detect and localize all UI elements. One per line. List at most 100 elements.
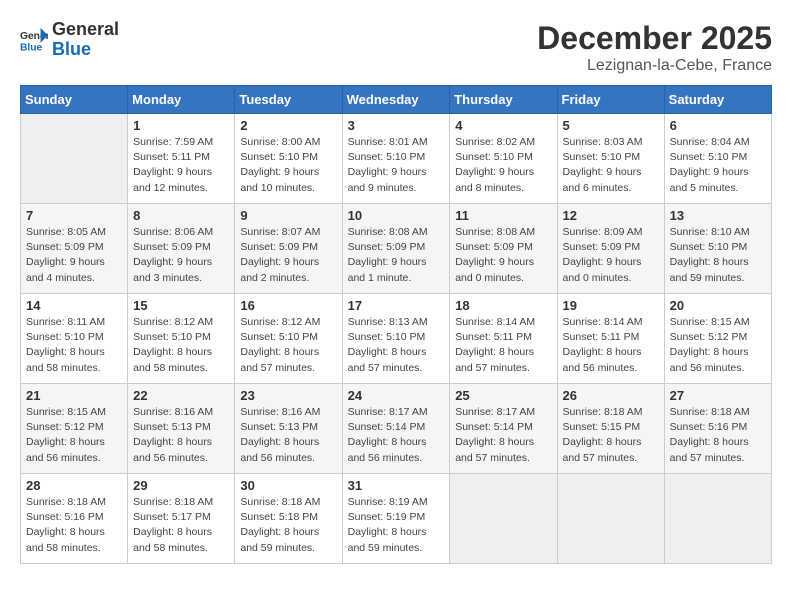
- day-info: Sunrise: 8:11 AMSunset: 5:10 PMDaylight:…: [26, 315, 122, 376]
- column-header-saturday: Saturday: [664, 86, 771, 114]
- calendar-cell: 1Sunrise: 7:59 AMSunset: 5:11 PMDaylight…: [128, 114, 235, 204]
- day-info: Sunrise: 8:16 AMSunset: 5:13 PMDaylight:…: [240, 405, 336, 466]
- week-row-2: 7 Sunrise: 8:05 AMSunset: 5:09 PMDaylight…: [21, 204, 772, 294]
- calendar-cell: 17 Sunrise: 8:13 AMSunset: 5:10 PMDayligh…: [342, 294, 450, 384]
- day-info: Sunrise: 8:08 AMSunset: 5:09 PMDaylight:…: [348, 225, 445, 286]
- day-number: 26: [563, 388, 659, 403]
- day-number: 28: [26, 478, 122, 493]
- day-number: 4: [455, 118, 551, 133]
- day-info: Sunrise: 8:06 AMSunset: 5:09 PMDaylight:…: [133, 225, 229, 286]
- day-number: 24: [348, 388, 445, 403]
- calendar-cell: 26 Sunrise: 8:18 AMSunset: 5:15 PMDayligh…: [557, 384, 664, 474]
- logo-text-blue: Blue: [52, 40, 119, 60]
- calendar-cell: 16Sunrise: 8:12 AMSunset: 5:10 PMDayligh…: [235, 294, 342, 384]
- day-info: Sunrise: 8:18 AMSunset: 5:15 PMDaylight:…: [563, 405, 659, 466]
- day-info: Sunrise: 8:19 AMSunset: 5:19 PMDaylight:…: [348, 495, 445, 556]
- day-info: Sunrise: 8:12 AMSunset: 5:10 PMDaylight:…: [240, 315, 336, 376]
- week-row-4: 21 Sunrise: 8:15 AMSunset: 5:12 PMDayligh…: [21, 384, 772, 474]
- day-number: 23: [240, 388, 336, 403]
- day-number: 8: [133, 208, 229, 223]
- week-row-3: 14 Sunrise: 8:11 AMSunset: 5:10 PMDayligh…: [21, 294, 772, 384]
- day-info: Sunrise: 8:13 AMSunset: 5:10 PMDaylight:…: [348, 315, 445, 376]
- day-info: Sunrise: 8:15 AMSunset: 5:12 PMDaylight:…: [670, 315, 766, 376]
- day-number: 31: [348, 478, 445, 493]
- day-number: 6: [670, 118, 766, 133]
- calendar-cell: 7 Sunrise: 8:05 AMSunset: 5:09 PMDaylight…: [21, 204, 128, 294]
- calendar-cell: [21, 114, 128, 204]
- header-row: SundayMondayTuesdayWednesdayThursdayFrid…: [21, 86, 772, 114]
- calendar-cell: 10 Sunrise: 8:08 AMSunset: 5:09 PMDayligh…: [342, 204, 450, 294]
- calendar-cell: 22Sunrise: 8:16 AMSunset: 5:13 PMDayligh…: [128, 384, 235, 474]
- calendar-cell: 14 Sunrise: 8:11 AMSunset: 5:10 PMDayligh…: [21, 294, 128, 384]
- calendar-cell: 20 Sunrise: 8:15 AMSunset: 5:12 PMDayligh…: [664, 294, 771, 384]
- day-number: 29: [133, 478, 229, 493]
- day-number: 25: [455, 388, 551, 403]
- calendar-cell: [557, 474, 664, 564]
- column-header-tuesday: Tuesday: [235, 86, 342, 114]
- calendar-cell: 28 Sunrise: 8:18 AMSunset: 5:16 PMDayligh…: [21, 474, 128, 564]
- day-number: 11: [455, 208, 551, 223]
- calendar-cell: 25 Sunrise: 8:17 AMSunset: 5:14 PMDayligh…: [450, 384, 557, 474]
- day-number: 15: [133, 298, 229, 313]
- calendar-cell: 3Sunrise: 8:01 AMSunset: 5:10 PMDaylight…: [342, 114, 450, 204]
- month-title: December 2025: [537, 20, 772, 57]
- day-number: 13: [670, 208, 766, 223]
- logo: General Blue General Blue: [20, 20, 119, 60]
- day-number: 18: [455, 298, 551, 313]
- day-number: 17: [348, 298, 445, 313]
- day-number: 19: [563, 298, 659, 313]
- calendar-cell: 30 Sunrise: 8:18 AMSunset: 5:18 PMDayligh…: [235, 474, 342, 564]
- day-info: Sunrise: 8:17 AMSunset: 5:14 PMDaylight:…: [348, 405, 445, 466]
- day-info: Sunrise: 8:14 AMSunset: 5:11 PMDaylight:…: [563, 315, 659, 376]
- day-info: Sunrise: 8:18 AMSunset: 5:16 PMDaylight:…: [26, 495, 122, 556]
- calendar-cell: 13 Sunrise: 8:10 AMSunset: 5:10 PMDayligh…: [664, 204, 771, 294]
- day-info: Sunrise: 8:12 AMSunset: 5:10 PMDaylight:…: [133, 315, 229, 376]
- calendar-cell: 27 Sunrise: 8:18 AMSunset: 5:16 PMDayligh…: [664, 384, 771, 474]
- day-info: Sunrise: 8:05 AMSunset: 5:09 PMDaylight:…: [26, 225, 122, 286]
- logo-icon: General Blue: [20, 26, 48, 54]
- calendar-cell: 15 Sunrise: 8:12 AMSunset: 5:10 PMDayligh…: [128, 294, 235, 384]
- day-number: 22: [133, 388, 229, 403]
- calendar-cell: 12Sunrise: 8:09 AMSunset: 5:09 PMDayligh…: [557, 204, 664, 294]
- day-info: Sunrise: 8:02 AMSunset: 5:10 PMDaylight:…: [455, 135, 551, 196]
- day-number: 1: [133, 118, 229, 133]
- day-number: 7: [26, 208, 122, 223]
- day-number: 21: [26, 388, 122, 403]
- week-row-1: 1Sunrise: 7:59 AMSunset: 5:11 PMDaylight…: [21, 114, 772, 204]
- calendar-cell: 4 Sunrise: 8:02 AMSunset: 5:10 PMDaylight…: [450, 114, 557, 204]
- calendar-cell: 29 Sunrise: 8:18 AMSunset: 5:17 PMDayligh…: [128, 474, 235, 564]
- calendar-cell: 6Sunrise: 8:04 AMSunset: 5:10 PMDaylight…: [664, 114, 771, 204]
- location-title: Lezignan-la-Cebe, France: [537, 57, 772, 75]
- calendar-cell: 19 Sunrise: 8:14 AMSunset: 5:11 PMDayligh…: [557, 294, 664, 384]
- calendar-cell: 2Sunrise: 8:00 AMSunset: 5:10 PMDaylight…: [235, 114, 342, 204]
- day-info: Sunrise: 8:03 AMSunset: 5:10 PMDaylight:…: [563, 135, 659, 196]
- calendar-cell: 31 Sunrise: 8:19 AMSunset: 5:19 PMDayligh…: [342, 474, 450, 564]
- day-number: 30: [240, 478, 336, 493]
- column-header-monday: Monday: [128, 86, 235, 114]
- day-number: 5: [563, 118, 659, 133]
- week-row-5: 28 Sunrise: 8:18 AMSunset: 5:16 PMDayligh…: [21, 474, 772, 564]
- day-number: 3: [348, 118, 445, 133]
- calendar-cell: 23 Sunrise: 8:16 AMSunset: 5:13 PMDayligh…: [235, 384, 342, 474]
- day-info: Sunrise: 8:15 AMSunset: 5:12 PMDaylight:…: [26, 405, 122, 466]
- day-info: Sunrise: 8:09 AMSunset: 5:09 PMDaylight:…: [563, 225, 659, 286]
- calendar-cell: [450, 474, 557, 564]
- day-info: Sunrise: 8:08 AMSunset: 5:09 PMDaylight:…: [455, 225, 551, 286]
- day-number: 9: [240, 208, 336, 223]
- day-info: Sunrise: 8:18 AMSunset: 5:16 PMDaylight:…: [670, 405, 766, 466]
- day-number: 20: [670, 298, 766, 313]
- logo-text-general: General: [52, 20, 119, 40]
- svg-text:Blue: Blue: [20, 42, 43, 53]
- day-number: 10: [348, 208, 445, 223]
- day-info: Sunrise: 8:18 AMSunset: 5:18 PMDaylight:…: [240, 495, 336, 556]
- calendar-cell: [664, 474, 771, 564]
- day-info: Sunrise: 8:18 AMSunset: 5:17 PMDaylight:…: [133, 495, 229, 556]
- day-info: Sunrise: 8:10 AMSunset: 5:10 PMDaylight:…: [670, 225, 766, 286]
- day-number: 27: [670, 388, 766, 403]
- day-info: Sunrise: 8:00 AMSunset: 5:10 PMDaylight:…: [240, 135, 336, 196]
- day-number: 14: [26, 298, 122, 313]
- calendar-table: SundayMondayTuesdayWednesdayThursdayFrid…: [20, 85, 772, 564]
- day-info: Sunrise: 8:17 AMSunset: 5:14 PMDaylight:…: [455, 405, 551, 466]
- calendar-cell: 8 Sunrise: 8:06 AMSunset: 5:09 PMDaylight…: [128, 204, 235, 294]
- column-header-wednesday: Wednesday: [342, 86, 450, 114]
